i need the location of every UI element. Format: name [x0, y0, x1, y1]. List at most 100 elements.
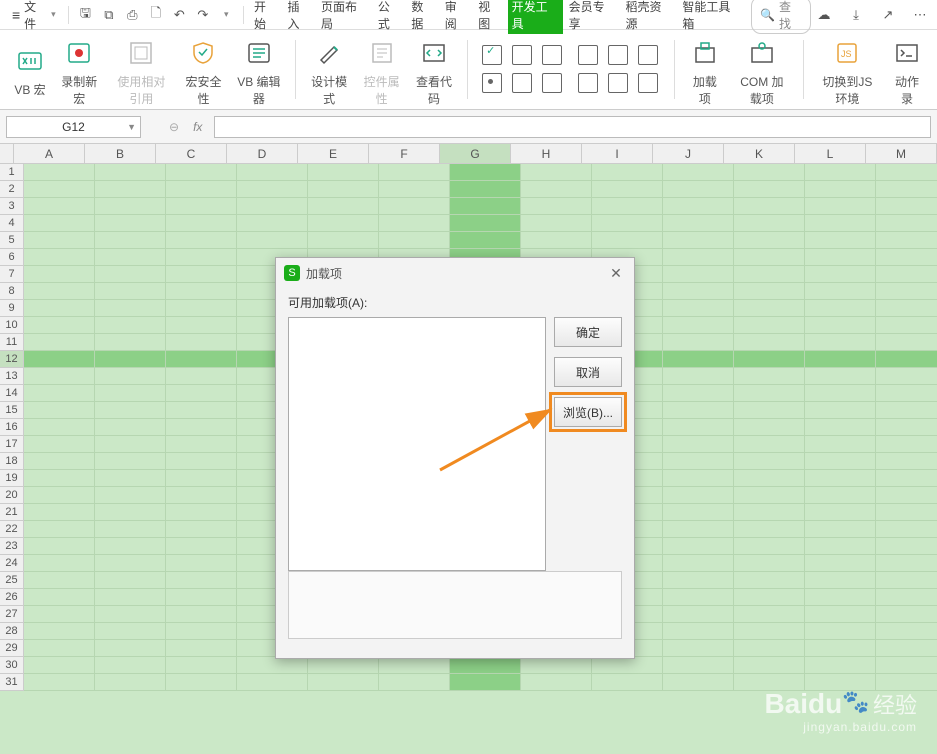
cell-L12[interactable]	[805, 351, 876, 368]
cell-F4[interactable]	[379, 215, 450, 232]
tab-page-layout[interactable]: 页面布局	[317, 0, 372, 34]
cell-M5[interactable]	[876, 232, 937, 249]
cell-B13[interactable]	[95, 368, 166, 385]
cell-F30[interactable]	[379, 657, 450, 674]
cell-J21[interactable]	[663, 504, 734, 521]
cell-K30[interactable]	[734, 657, 805, 674]
cell-K15[interactable]	[734, 402, 805, 419]
cell-C10[interactable]	[166, 317, 237, 334]
cell-K23[interactable]	[734, 538, 805, 555]
cell-F1[interactable]	[379, 164, 450, 181]
more-icon[interactable]: ⋯	[909, 4, 931, 26]
cell-A2[interactable]	[24, 181, 95, 198]
tab-start[interactable]: 开始	[250, 0, 281, 34]
cell-M11[interactable]	[876, 334, 937, 351]
cell-B31[interactable]	[95, 674, 166, 691]
combo-control-icon[interactable]	[542, 45, 562, 65]
cell-C24[interactable]	[166, 555, 237, 572]
col-header-E[interactable]: E	[298, 144, 369, 164]
cell-L30[interactable]	[805, 657, 876, 674]
fx-icon[interactable]: fx	[193, 120, 202, 134]
cell-J24[interactable]	[663, 555, 734, 572]
cell-B27[interactable]	[95, 606, 166, 623]
cell-J10[interactable]	[663, 317, 734, 334]
cell-B4[interactable]	[95, 215, 166, 232]
cell-C7[interactable]	[166, 266, 237, 283]
cell-J20[interactable]	[663, 487, 734, 504]
cell-J27[interactable]	[663, 606, 734, 623]
cell-C15[interactable]	[166, 402, 237, 419]
cell-B25[interactable]	[95, 572, 166, 589]
cell-E1[interactable]	[308, 164, 379, 181]
cell-C4[interactable]	[166, 215, 237, 232]
cell-K2[interactable]	[734, 181, 805, 198]
cell-D3[interactable]	[237, 198, 308, 215]
row-header-13[interactable]: 13	[0, 368, 24, 385]
name-box[interactable]: G12 ▼	[6, 116, 141, 138]
cell-A18[interactable]	[24, 453, 95, 470]
row-header-24[interactable]: 24	[0, 555, 24, 572]
cell-J6[interactable]	[663, 249, 734, 266]
cell-C17[interactable]	[166, 436, 237, 453]
cell-K14[interactable]	[734, 385, 805, 402]
cell-K5[interactable]	[734, 232, 805, 249]
cell-A29[interactable]	[24, 640, 95, 657]
cell-C1[interactable]	[166, 164, 237, 181]
cell-A1[interactable]	[24, 164, 95, 181]
row-header-30[interactable]: 30	[0, 657, 24, 674]
cell-M17[interactable]	[876, 436, 937, 453]
cell-K27[interactable]	[734, 606, 805, 623]
cell-K26[interactable]	[734, 589, 805, 606]
cell-H5[interactable]	[521, 232, 592, 249]
cell-A10[interactable]	[24, 317, 95, 334]
cell-J13[interactable]	[663, 368, 734, 385]
dialog-titlebar[interactable]: S 加载项 ✕	[276, 258, 634, 288]
cell-D31[interactable]	[237, 674, 308, 691]
settings-icon[interactable]: ⤓	[845, 4, 867, 26]
checkbox-control-icon[interactable]	[482, 45, 502, 65]
cell-D5[interactable]	[237, 232, 308, 249]
cancel-button[interactable]: 取消	[554, 357, 622, 387]
col-header-J[interactable]: J	[653, 144, 724, 164]
cell-L9[interactable]	[805, 300, 876, 317]
cell-B19[interactable]	[95, 470, 166, 487]
cancel-fx-icon[interactable]: ⊖	[169, 120, 179, 134]
cell-J23[interactable]	[663, 538, 734, 555]
cell-H2[interactable]	[521, 181, 592, 198]
cell-M24[interactable]	[876, 555, 937, 572]
cell-K3[interactable]	[734, 198, 805, 215]
cell-K29[interactable]	[734, 640, 805, 657]
cell-L21[interactable]	[805, 504, 876, 521]
cell-G4[interactable]	[450, 215, 521, 232]
col-header-M[interactable]: M	[866, 144, 937, 164]
cell-B29[interactable]	[95, 640, 166, 657]
row-header-7[interactable]: 7	[0, 266, 24, 283]
file-menu[interactable]: ≡ 文件 ▾	[6, 0, 62, 34]
cell-E30[interactable]	[308, 657, 379, 674]
tab-smart-tools[interactable]: 智能工具箱	[678, 0, 745, 34]
cell-L8[interactable]	[805, 283, 876, 300]
cell-L22[interactable]	[805, 521, 876, 538]
cell-K10[interactable]	[734, 317, 805, 334]
cell-E5[interactable]	[308, 232, 379, 249]
cell-M21[interactable]	[876, 504, 937, 521]
cell-D4[interactable]	[237, 215, 308, 232]
cell-B28[interactable]	[95, 623, 166, 640]
cell-A22[interactable]	[24, 521, 95, 538]
cell-A21[interactable]	[24, 504, 95, 521]
cell-B6[interactable]	[95, 249, 166, 266]
row-header-4[interactable]: 4	[0, 215, 24, 232]
share-icon[interactable]: ↗	[877, 4, 899, 26]
cell-M20[interactable]	[876, 487, 937, 504]
cell-C16[interactable]	[166, 419, 237, 436]
row-header-22[interactable]: 22	[0, 521, 24, 538]
cell-J3[interactable]	[663, 198, 734, 215]
cell-B30[interactable]	[95, 657, 166, 674]
cell-C8[interactable]	[166, 283, 237, 300]
design-mode-button[interactable]: 设计模式	[304, 33, 354, 107]
close-icon[interactable]: ✕	[606, 265, 626, 282]
cell-L14[interactable]	[805, 385, 876, 402]
cell-K19[interactable]	[734, 470, 805, 487]
cell-C9[interactable]	[166, 300, 237, 317]
col-header-D[interactable]: D	[227, 144, 298, 164]
